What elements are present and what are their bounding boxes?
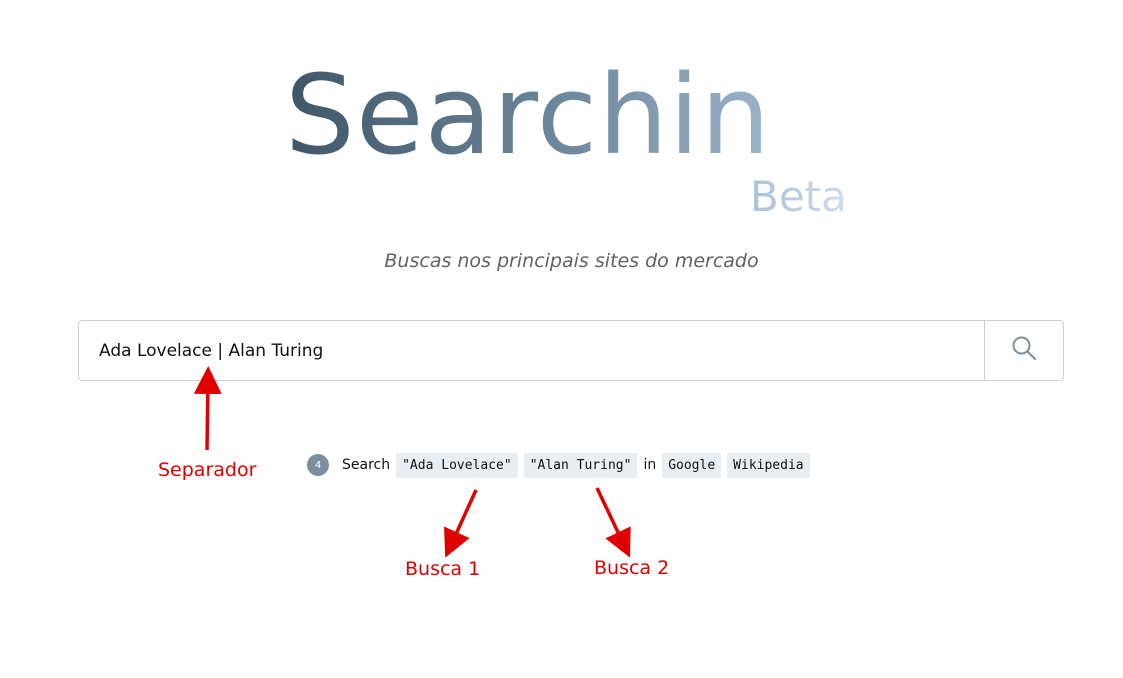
search-input[interactable] <box>79 321 984 380</box>
annotation-busca1: Busca 1 <box>405 558 481 580</box>
annotation-busca2: Busca 2 <box>594 557 670 579</box>
search-label: Search <box>342 457 391 473</box>
search-term-2: "Alan Turing" <box>523 452 638 478</box>
busca1-arrow <box>444 489 478 558</box>
logo-title: Searchin <box>285 51 772 179</box>
site-wikipedia: Wikipedia <box>727 452 810 478</box>
beta-badge: Beta <box>750 172 847 221</box>
page: Searchin Beta Buscas nos principais site… <box>0 0 1123 678</box>
search-count-badge: 4 <box>307 454 329 476</box>
busca2-arrow <box>595 487 631 558</box>
search-button[interactable] <box>984 321 1063 380</box>
search-term-1: "Ada Lovelace" <box>396 452 518 478</box>
search-summary: 4 Search "Ada Lovelace" "Alan Turing" in… <box>307 451 813 479</box>
site-google: Google <box>662 452 722 478</box>
annotation-separator: Separador <box>158 459 257 481</box>
separator-arrow <box>193 366 222 451</box>
in-label: in <box>643 457 657 473</box>
search-icon <box>1011 335 1037 366</box>
tagline: Buscas nos principais sites do mercado <box>384 250 759 272</box>
search-bar <box>78 320 1064 381</box>
